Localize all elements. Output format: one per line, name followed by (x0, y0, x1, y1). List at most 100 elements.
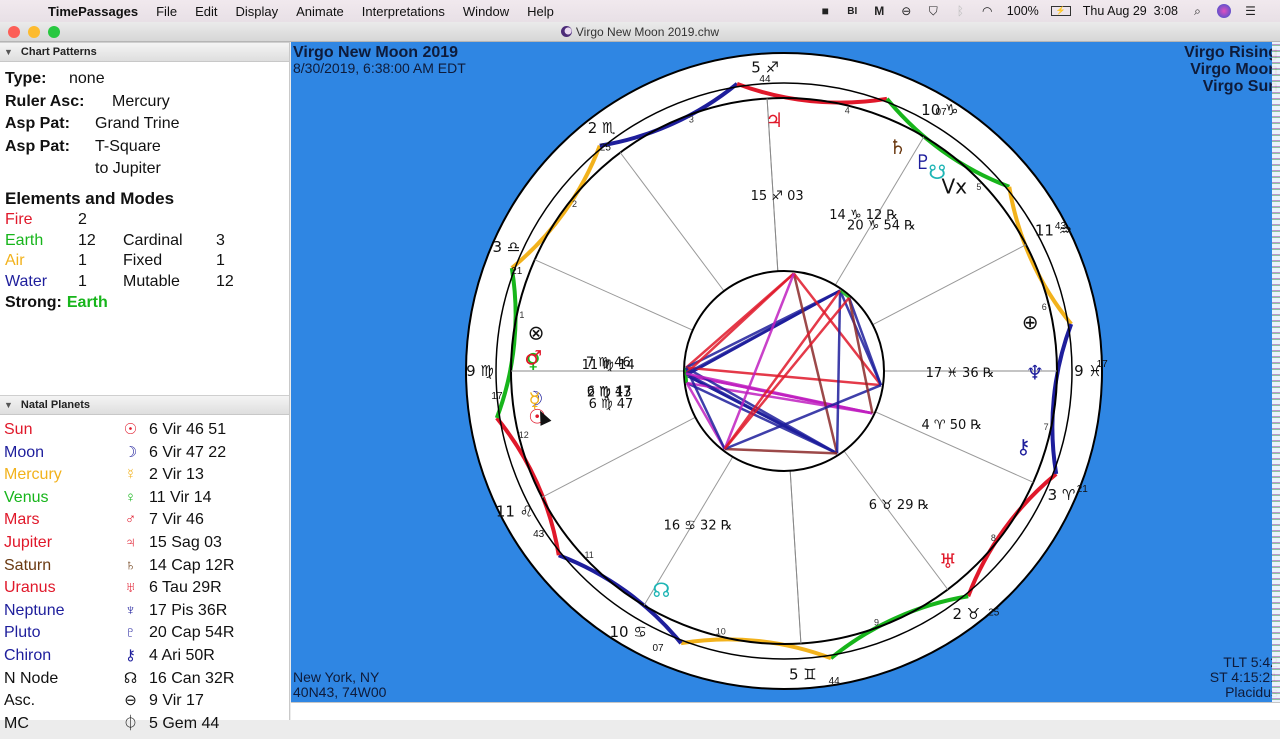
planet-row[interactable]: Sun☉6 Vir 46 51 (4, 419, 285, 442)
search-icon[interactable]: ⌕ (1190, 5, 1205, 18)
element-count: 2 (78, 210, 123, 231)
chart-wheel[interactable]: 9 ♍1713 ♎2122 ♏2535 ♐44410 ♑07511 ♒4369 … (291, 42, 1280, 702)
element-count: 1 (78, 272, 123, 293)
battery-icon[interactable]: ⚡ (1051, 6, 1071, 16)
planet-name: Venus (4, 487, 112, 510)
planet-name: Asc. (4, 690, 112, 713)
bluetooth-icon[interactable]: ᛒ (953, 5, 968, 18)
planet-row[interactable]: Pluto♇20 Cap 54R (4, 622, 285, 645)
siri-icon[interactable] (1217, 4, 1231, 18)
saturn-glyph-icon: ♄ (112, 555, 149, 578)
planet-row[interactable]: Venus♀11 Vir 14 (4, 487, 285, 510)
uranus-glyph-icon: ♅ (112, 577, 149, 600)
menu-help[interactable]: Help (518, 4, 563, 19)
disclosure-triangle-icon[interactable]: ▼ (4, 47, 13, 57)
natal-planets-title: Natal Planets (21, 399, 90, 411)
planet-position: 15 Sag 03 (149, 532, 222, 555)
menu-file[interactable]: File (147, 4, 186, 19)
planet-row[interactable]: Saturn♄14 Cap 12R (4, 555, 285, 578)
chart-wheel-area[interactable]: 9 ♍1713 ♎2122 ♏2535 ♐44410 ♑07511 ♒4369 … (291, 42, 1280, 702)
planet-row[interactable]: Chiron⚷4 Ari 50R (4, 645, 285, 668)
mode-name: Mutable (123, 272, 216, 293)
planet-position-label: 15 ♐ 03 (751, 189, 804, 204)
asp-pat-label-1: Asp Pat: (5, 113, 95, 136)
chart-location: New York, NY (293, 670, 379, 685)
planet-row[interactable]: Mars♂7 Vir 46 (4, 509, 285, 532)
menu-app-name[interactable]: TimePassages (44, 4, 147, 19)
planet-position-label: 16 ♋ 32 ℞ (664, 519, 733, 534)
planet-position-label: 17 ♓ 36 ℞ (926, 366, 995, 381)
n-node-glyph-icon: ☊ (112, 668, 149, 691)
mode-name (123, 210, 216, 231)
pluto-glyph-icon: ♇ (112, 622, 149, 645)
house-cusp-label: 11 ♒ (1035, 221, 1072, 239)
n-node-glyph-icon: ☊ (652, 578, 670, 602)
house-cusp-label: 11 ♌ (496, 503, 533, 521)
asc--glyph-icon: ⊖ (112, 690, 149, 713)
clock[interactable]: Thu Aug 29 3:08 (1083, 4, 1178, 18)
house-number: 1 (519, 310, 524, 320)
chart-patterns-header[interactable]: ▼ Chart Patterns (0, 42, 289, 62)
element-row: Water1Mutable12 (5, 272, 284, 293)
jupiter-glyph-icon: ♃ (765, 108, 783, 132)
planet-name: N Node (4, 668, 112, 691)
document-icon (561, 26, 572, 37)
sun-sign: Virgo Sun (1184, 78, 1278, 95)
shield-icon[interactable]: ⛉ (926, 5, 941, 18)
scroll-icon[interactable]: ⊖ (899, 5, 914, 18)
type-value: none (69, 68, 105, 91)
house-number: 5 (976, 182, 981, 192)
house-number: 12 (519, 430, 529, 440)
natal-planets-header[interactable]: ▼ Natal Planets (0, 395, 289, 415)
notification-center-icon[interactable]: ☰ (1243, 5, 1258, 18)
mars-glyph-icon: ♂ (524, 345, 542, 369)
planet-row[interactable]: Asc.⊖9 Vir 17 (4, 690, 285, 713)
mode-count: 1 (216, 251, 246, 272)
menu-display[interactable]: Display (226, 4, 287, 19)
house-number: 2 (572, 199, 577, 209)
asp-pat-value-2-cont: to Jupiter (95, 158, 161, 181)
house-cusp-label: 9 ♍ (466, 362, 494, 380)
planet-row[interactable]: Uranus♅6 Tau 29R (4, 577, 285, 600)
menu-interpretations[interactable]: Interpretations (353, 4, 454, 19)
mode-count: 3 (216, 231, 246, 252)
planet-position: 14 Cap 12R (149, 555, 234, 578)
planet-position-label: 2 ♍ 13 (587, 385, 632, 400)
saturn-glyph-icon: ♄ (889, 135, 907, 159)
natal-planets-list: Sun☉6 Vir 46 51Moon☽6 Vir 47 22Mercury☿2… (0, 415, 289, 739)
neptune-glyph-icon: ♆ (1026, 360, 1044, 384)
menu-edit[interactable]: Edit (186, 4, 226, 19)
house-number: 8 (991, 533, 996, 543)
house-cusp-minutes: 44 (829, 676, 841, 687)
element-name: Fire (5, 210, 78, 231)
menu-bar: TimePassages File Edit Display Animate I… (0, 0, 1280, 22)
planet-row[interactable]: Jupiter♃15 Sag 03 (4, 532, 285, 555)
bi-icon[interactable]: BI (845, 5, 860, 18)
house-number: 7 (1044, 422, 1049, 432)
malwarebytes-icon[interactable]: M (872, 5, 887, 18)
menu-animate[interactable]: Animate (287, 4, 353, 19)
planet-row[interactable]: MC⏀5 Gem 44 (4, 713, 285, 736)
house-number: 11 (584, 550, 593, 560)
planet-position-label: 6 ♉ 29 ℞ (869, 498, 930, 513)
planet-name: Mercury (4, 464, 112, 487)
planet-row[interactable]: N Node☊16 Can 32R (4, 668, 285, 691)
chart-patterns-title: Chart Patterns (21, 46, 97, 58)
zoom-icon[interactable]: ■ (818, 5, 833, 18)
uranus-glyph-icon: ♅ (939, 549, 957, 573)
wifi-icon[interactable]: ◠ (980, 5, 995, 18)
planet-row[interactable]: Neptune♆17 Pis 36R (4, 600, 285, 623)
planet-row[interactable]: Moon☽6 Vir 47 22 (4, 442, 285, 465)
menu-window[interactable]: Window (454, 4, 518, 19)
chart-datetime: 8/30/2019, 6:38:00 AM EDT (293, 61, 466, 76)
house-cusp-minutes: 21 (1077, 484, 1089, 495)
planet-row[interactable]: Mercury☿2 Vir 13 (4, 464, 285, 487)
strong-value: Earth (67, 292, 108, 313)
house-number: 9 (874, 618, 879, 628)
disclosure-triangle-icon[interactable]: ▼ (4, 400, 13, 410)
mode-name: Cardinal (123, 231, 216, 252)
planet-name: Mars (4, 509, 112, 532)
planet-position: 6 Vir 46 51 (149, 419, 226, 442)
house-cusp-label: 10 ♋ (610, 623, 647, 641)
chart-patterns-panel: Type:none Ruler Asc:Mercury Asp Pat:Gran… (0, 62, 289, 395)
